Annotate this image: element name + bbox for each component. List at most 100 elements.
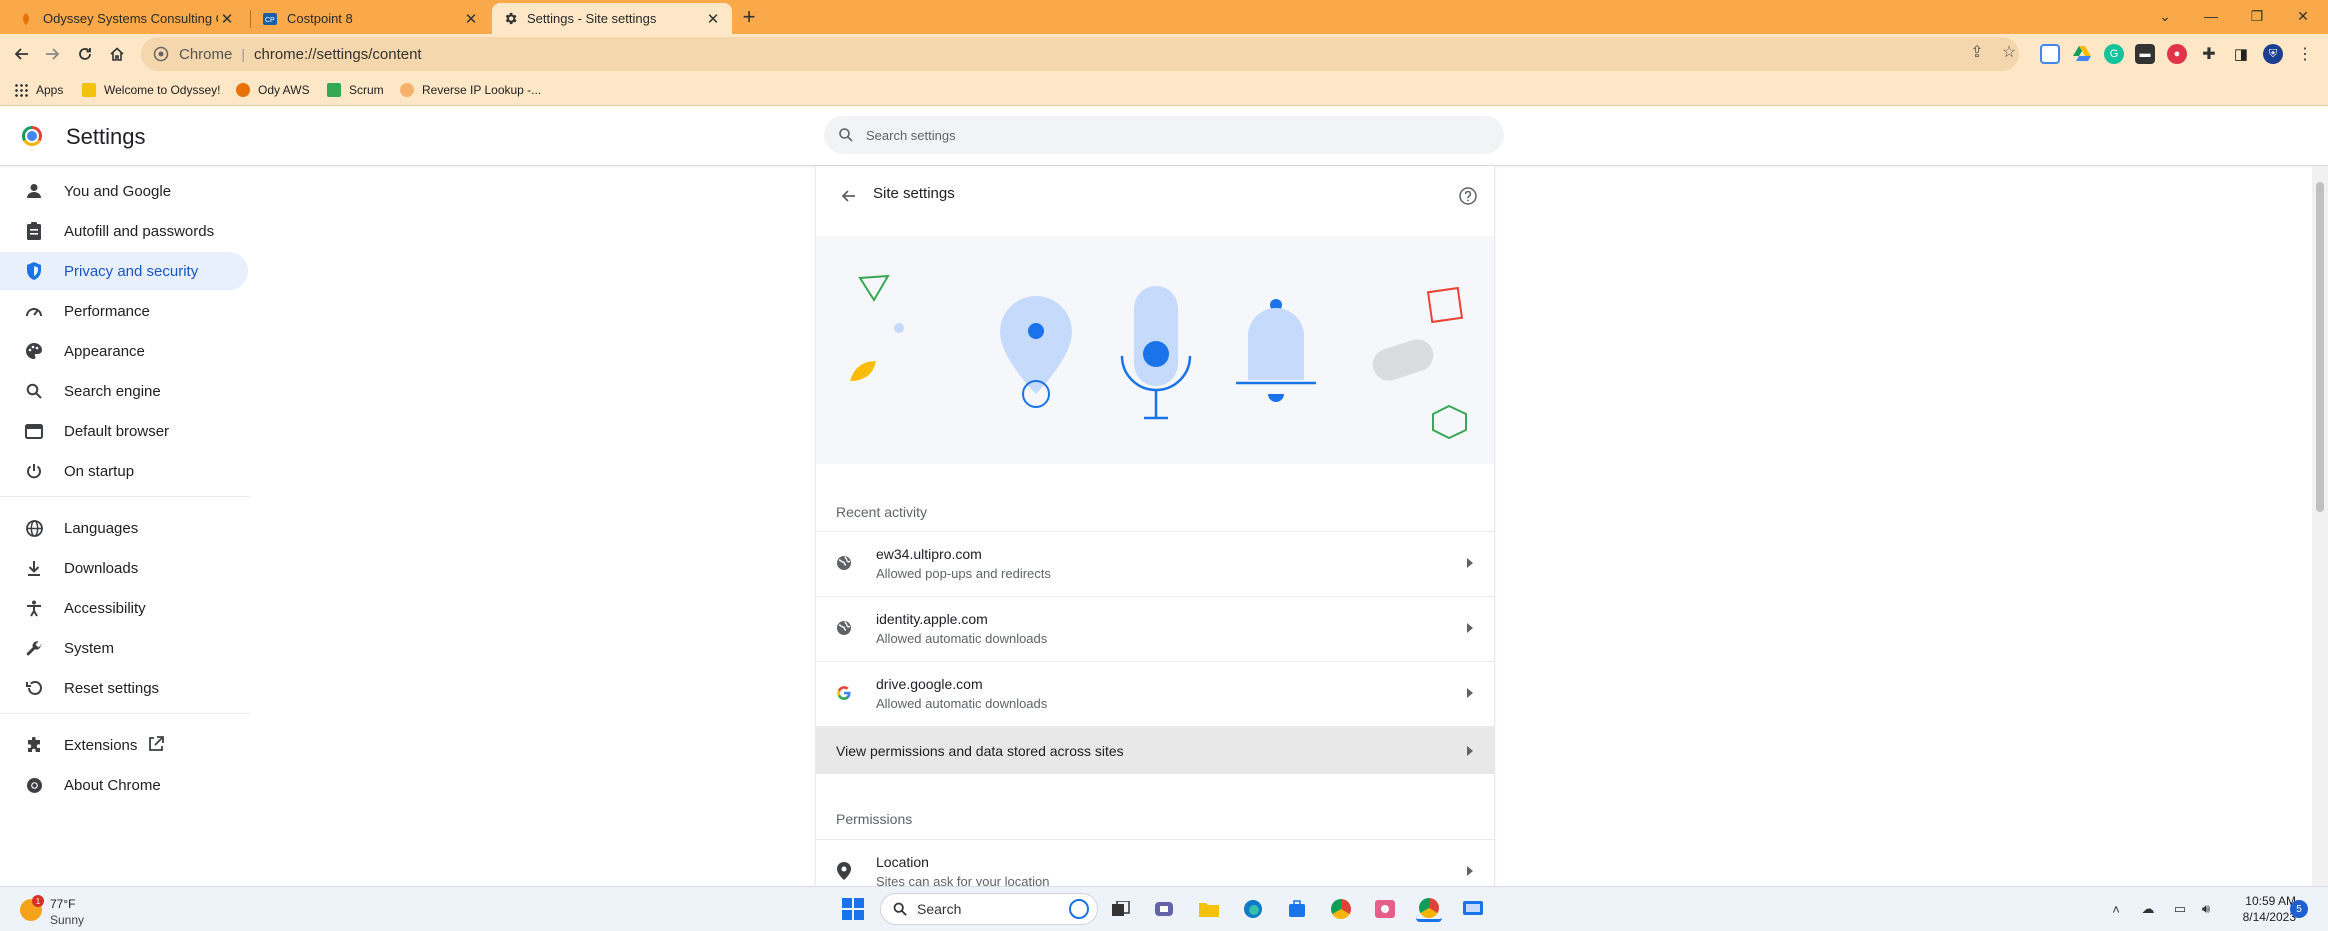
scrum-icon xyxy=(327,83,341,97)
menu-kebab-icon[interactable]: ⋮ xyxy=(2295,44,2315,64)
permission-row-location[interactable]: Location Sites can ask for your location xyxy=(816,839,1494,886)
tab-costpoint[interactable]: CP Costpoint 8 ✕ xyxy=(252,3,490,34)
address-bar[interactable]: Chrome | chrome://settings/content xyxy=(141,37,2019,71)
sidebar-item-languages[interactable]: Languages xyxy=(0,509,248,547)
sidebar-item-label: On startup xyxy=(64,462,135,480)
close-tab-icon[interactable]: ✕ xyxy=(218,10,236,28)
home-button[interactable] xyxy=(105,42,129,66)
share-icon[interactable]: ⇪ xyxy=(1967,42,1987,62)
display-icon[interactable]: ▭ xyxy=(2170,899,2190,919)
tab-search-chevron-icon[interactable]: ⌄ xyxy=(2142,0,2188,32)
sidebar-item-appearance[interactable]: Appearance xyxy=(0,332,248,370)
sidebar-item-downloads[interactable]: Downloads xyxy=(0,549,248,587)
sidebar-item-autofill[interactable]: Autofill and passwords xyxy=(0,212,248,250)
sidebar-item-label: System xyxy=(64,639,115,657)
sidebar-item-privacy[interactable]: Privacy and security xyxy=(0,252,248,290)
sidebar-item-default-browser[interactable]: Default browser xyxy=(0,412,248,450)
sidebar-item-accessibility[interactable]: Accessibility xyxy=(0,589,248,627)
remote-desktop-icon[interactable] xyxy=(1460,896,1486,922)
new-tab-button[interactable]: + xyxy=(738,4,760,29)
sidebar-item-label: Extensions xyxy=(64,736,138,754)
teams-chat-icon[interactable] xyxy=(1152,896,1178,922)
browser-icon xyxy=(24,421,44,441)
sidebar-item-performance[interactable]: Performance xyxy=(0,292,248,330)
system-clock[interactable]: 10:59 AM 8/14/2023 xyxy=(2226,893,2296,925)
extension-loop-icon[interactable] xyxy=(2040,44,2060,64)
reload-icon xyxy=(79,48,91,60)
side-panel-icon[interactable]: ◨ xyxy=(2231,44,2251,64)
back-arrow-icon[interactable] xyxy=(836,184,860,208)
bookmark-ody-aws[interactable]: Ody AWS xyxy=(236,81,310,99)
notification-badge[interactable]: 5 xyxy=(2290,900,2308,918)
store-icon[interactable] xyxy=(1284,896,1310,922)
minimize-button[interactable]: — xyxy=(2188,0,2234,32)
sidebar-item-about-chrome[interactable]: About Chrome xyxy=(0,766,248,804)
chrome-icon xyxy=(24,775,44,795)
extension-dark-icon[interactable]: ▬ xyxy=(2135,44,2155,64)
bookmark-apps[interactable]: Apps xyxy=(14,81,63,99)
sidebar-item-system[interactable]: System xyxy=(0,629,248,667)
forward-button[interactable] xyxy=(41,42,65,66)
browser-toolbar: Chrome | chrome://settings/content ⇪ ☆ xyxy=(0,34,2328,74)
view-permissions-button[interactable]: View permissions and data stored across … xyxy=(816,726,1494,774)
bell-illustration-icon xyxy=(1236,299,1316,402)
reload-button[interactable] xyxy=(73,42,97,66)
recent-activity-row[interactable]: ew34.ultipro.com Allowed pop-ups and red… xyxy=(816,531,1494,595)
sidebar-divider xyxy=(0,713,250,714)
close-tab-icon[interactable]: ✕ xyxy=(704,10,722,28)
taskbar-search[interactable]: Search xyxy=(880,893,1098,925)
photos-icon[interactable] xyxy=(1372,896,1398,922)
speedometer-icon xyxy=(24,301,44,321)
bookmark-star-icon[interactable]: ☆ xyxy=(1999,42,2019,62)
profile-avatar[interactable]: ⛨ xyxy=(2263,44,2283,64)
task-view-icon[interactable] xyxy=(1108,896,1134,922)
bookmark-reverse-ip[interactable]: Reverse IP Lookup -... xyxy=(400,81,541,99)
back-button[interactable] xyxy=(9,42,33,66)
sidebar-item-search-engine[interactable]: Search engine xyxy=(0,372,248,410)
tab-title: Costpoint 8 xyxy=(287,11,353,26)
close-tab-icon[interactable]: ✕ xyxy=(462,10,480,28)
bookmark-label: Apps xyxy=(36,83,64,97)
recent-activity-row[interactable]: drive.google.com Allowed automatic downl… xyxy=(816,661,1494,725)
settings-search[interactable] xyxy=(824,116,1504,154)
restore-button[interactable]: ❐ xyxy=(2234,0,2280,32)
grammarly-icon[interactable]: G xyxy=(2104,44,2124,64)
close-window-button[interactable]: ✕ xyxy=(2280,0,2326,32)
show-hidden-icons-chevron-icon[interactable]: ˄ xyxy=(2106,899,2126,919)
volume-icon[interactable]: 🔊︎ xyxy=(2196,899,2216,919)
sidebar-item-label: Appearance xyxy=(64,342,145,360)
sidebar-item-reset[interactable]: Reset settings xyxy=(0,669,248,707)
sidebar-item-extensions[interactable]: Extensions xyxy=(0,726,248,764)
sidebar-item-label: Autofill and passwords xyxy=(64,222,215,240)
windows-start-icon[interactable] xyxy=(840,896,866,922)
extensions-puzzle-icon[interactable]: ✚ xyxy=(2199,44,2219,64)
chrome-logo-icon xyxy=(22,126,42,146)
location-pin-icon xyxy=(835,862,853,880)
chrome-taskbar-icon[interactable] xyxy=(1328,896,1354,922)
file-explorer-icon[interactable] xyxy=(1196,896,1222,922)
page-scrollbar[interactable] xyxy=(2312,166,2328,886)
bookmark-welcome[interactable]: Welcome to Odyssey! xyxy=(82,81,220,99)
edge-icon[interactable] xyxy=(1240,896,1266,922)
sidebar-item-you-and-google[interactable]: You and Google xyxy=(0,172,248,210)
extension-red-icon[interactable]: ● xyxy=(2167,44,2187,64)
clipboard-icon xyxy=(24,221,44,241)
recent-activity-row[interactable]: identity.apple.com Allowed automatic dow… xyxy=(816,596,1494,660)
arrow-right-icon xyxy=(1464,621,1476,635)
tab-odyssey[interactable]: Odyssey Systems Consulting Gro ✕ xyxy=(8,3,246,34)
bookmark-scrum[interactable]: Scrum xyxy=(327,81,384,99)
puzzle-icon xyxy=(24,735,44,755)
weather-widget[interactable]: 1 77°F Sunny xyxy=(18,893,138,927)
scrollbar-thumb[interactable] xyxy=(2316,182,2324,512)
onedrive-cloud-icon[interactable]: ☁ xyxy=(2138,899,2158,919)
google-drive-icon[interactable] xyxy=(2072,44,2092,64)
accessibility-icon xyxy=(24,598,44,618)
sidebar-item-label: You and Google xyxy=(64,182,172,200)
sidebar-item-on-startup[interactable]: On startup xyxy=(0,452,248,490)
chrome-active-taskbar-icon[interactable] xyxy=(1416,896,1442,922)
help-icon[interactable] xyxy=(1456,184,1480,208)
tab-settings[interactable]: Settings - Site settings ✕ xyxy=(492,3,732,34)
search-input[interactable] xyxy=(866,127,1466,143)
home-icon xyxy=(110,47,124,61)
bing-icon xyxy=(1069,899,1089,919)
